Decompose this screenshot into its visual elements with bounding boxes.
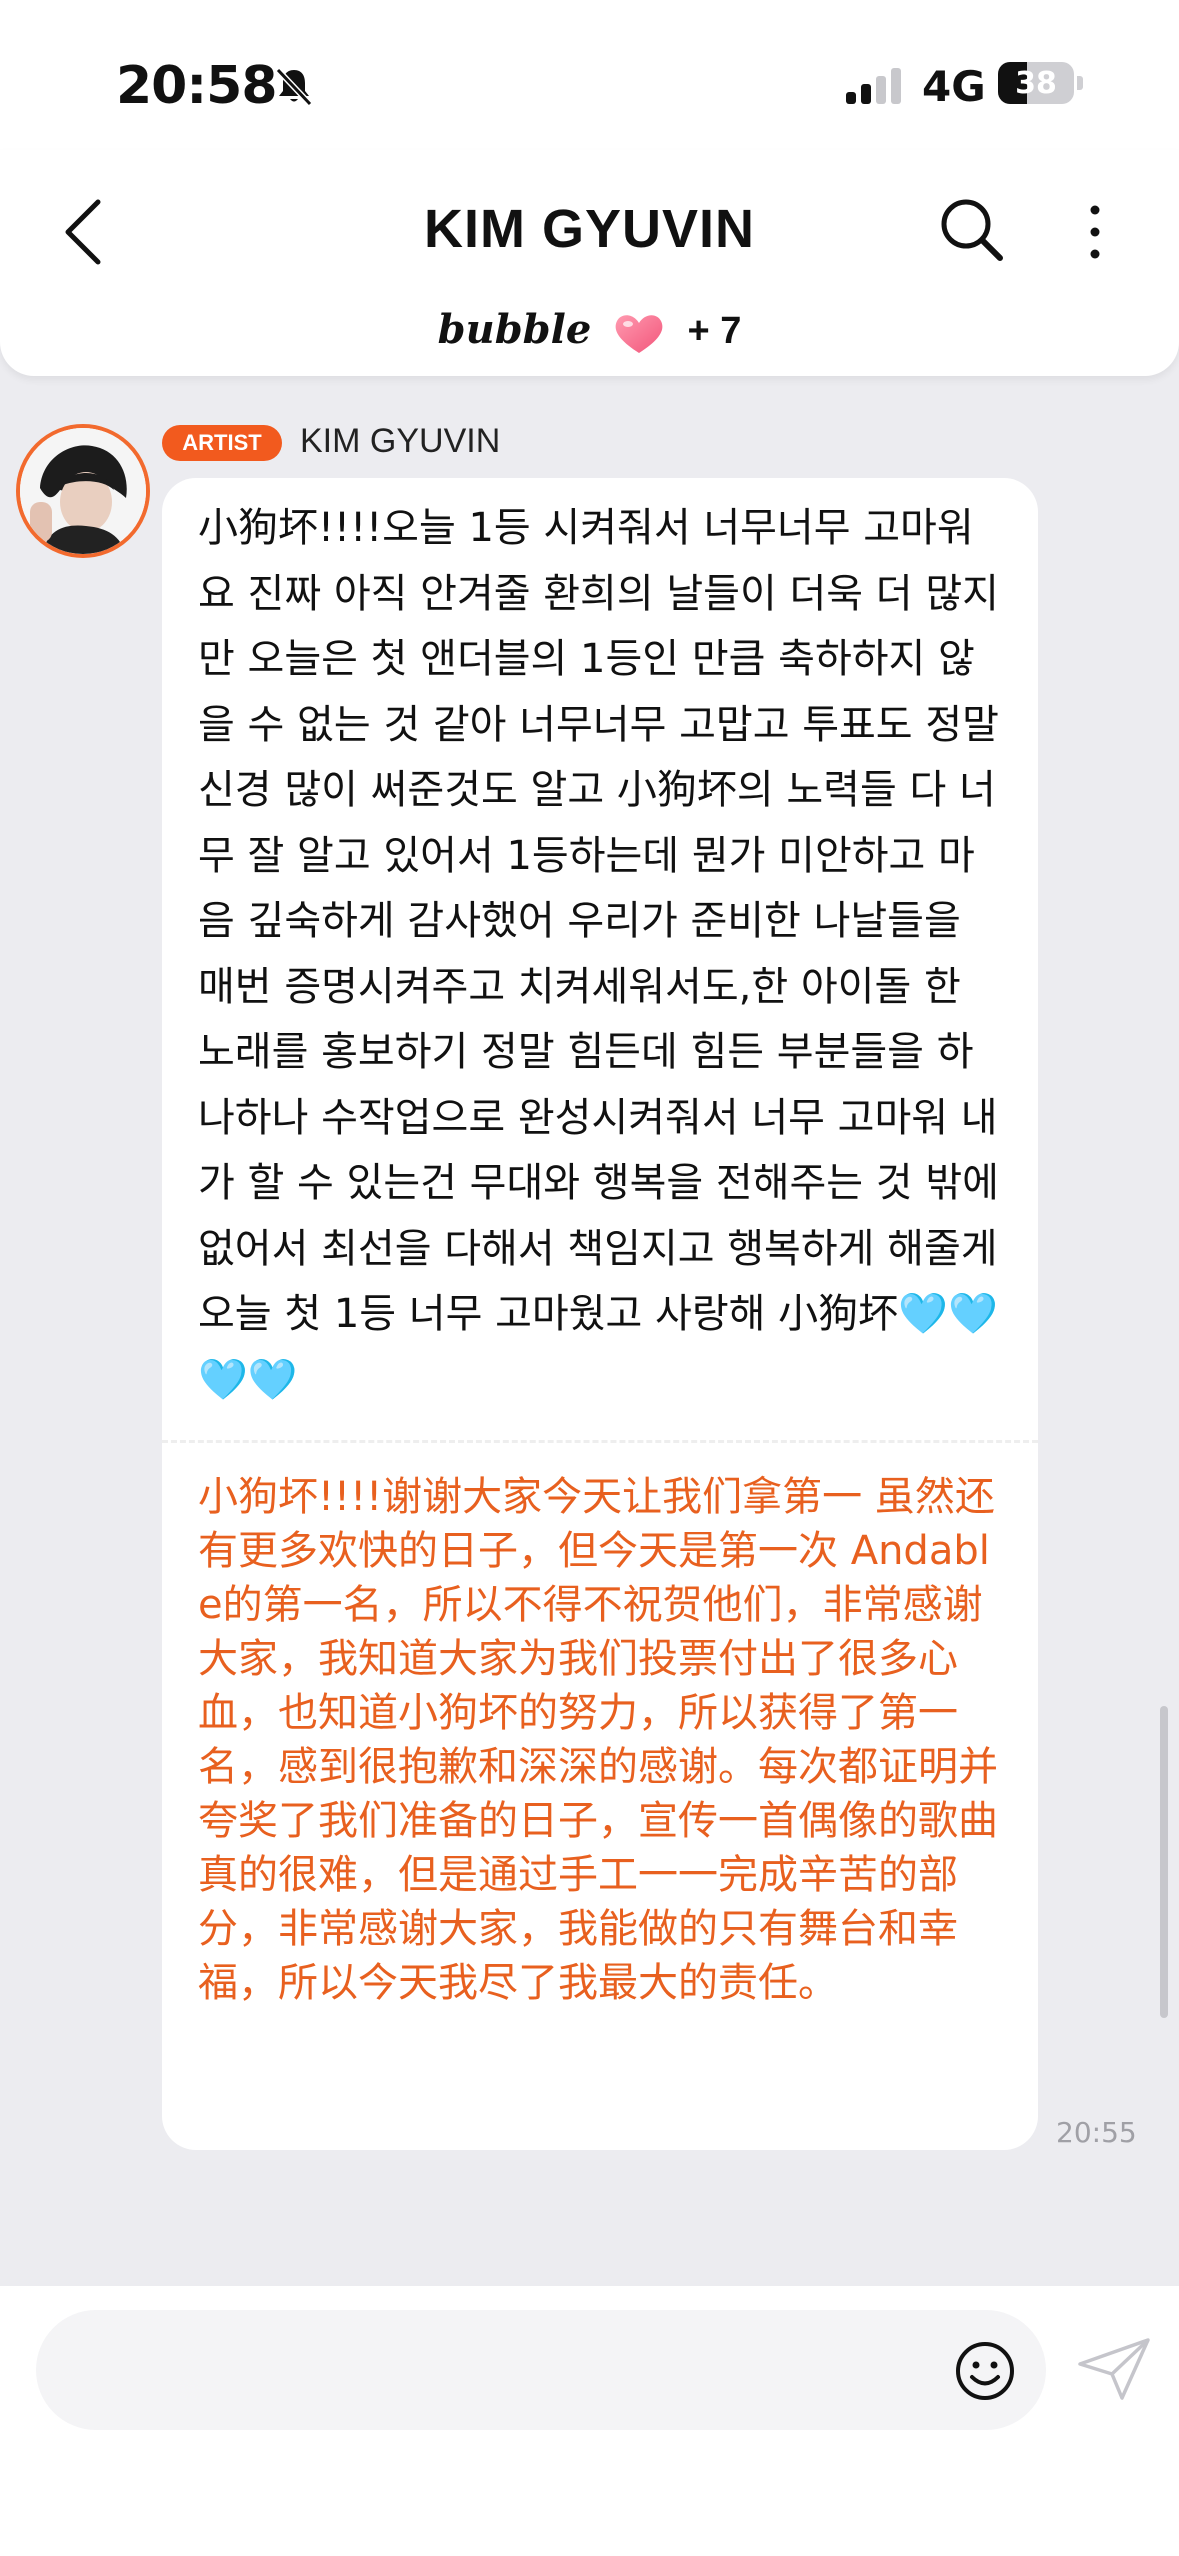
message-timestamp: 20:55 xyxy=(1056,2116,1137,2149)
more-vertical-icon[interactable] xyxy=(1080,202,1110,262)
avatar-photo xyxy=(20,428,146,554)
translation-divider xyxy=(162,1440,1038,1443)
heart-icon xyxy=(616,314,663,353)
message-input[interactable] xyxy=(36,2310,1046,2430)
avatar[interactable] xyxy=(16,424,150,558)
status-bar: 20:58 4G 38 xyxy=(0,0,1179,170)
bubble-count: + 7 xyxy=(687,310,742,352)
message-text: 小狗坏!!!!오늘 1등 시켜줘서 너무너무 고마워요 진짜 아직 안겨줄 환희… xyxy=(198,505,1012,1403)
bubble-subscription[interactable]: bubble + 7 xyxy=(0,306,1179,355)
sender-name: KIM GYUVIN xyxy=(300,422,501,460)
signal-icon xyxy=(846,68,901,104)
artist-badge: ARTIST xyxy=(162,425,282,461)
chat-header: KIM GYUVIN bubble + 7 xyxy=(0,150,1179,376)
message-bubble[interactable]: 小狗坏!!!!오늘 1등 시켜줘서 너무너무 고마워요 진짜 아직 안겨줄 환희… xyxy=(162,478,1038,2150)
battery-tip xyxy=(1077,76,1083,90)
status-time: 20:58 xyxy=(116,56,278,116)
translation-text: 小狗坏!!!!谢谢大家今天让我们拿第一 虽然还有更多欢快的日子，但今天是第一次 … xyxy=(198,1474,998,2006)
scrollbar[interactable] xyxy=(1160,1706,1168,2018)
network-type: 4G xyxy=(922,62,986,111)
search-icon[interactable] xyxy=(938,196,1006,264)
battery-percent: 38 xyxy=(1015,66,1057,101)
bell-muted-icon xyxy=(275,67,313,107)
battery-icon: 38 xyxy=(998,62,1074,104)
send-icon[interactable] xyxy=(1074,2334,1154,2404)
emoji-icon[interactable] xyxy=(954,2340,1016,2402)
input-area xyxy=(0,2286,1179,2556)
bubble-logo: bubble xyxy=(437,306,592,353)
